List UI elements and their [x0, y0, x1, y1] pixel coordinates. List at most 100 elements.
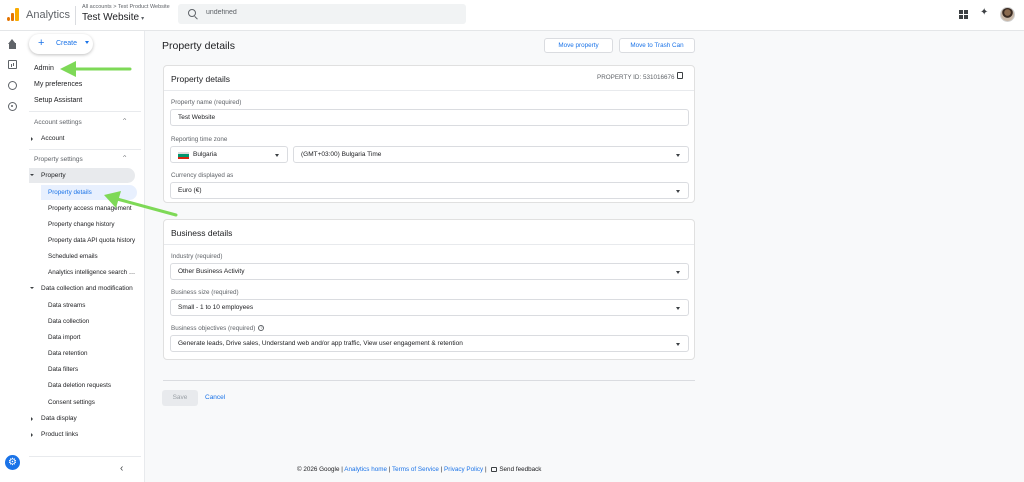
collapse-arrow-icon[interactable] — [30, 287, 34, 289]
sidebar-item-product-links[interactable]: Product links — [41, 431, 78, 438]
bulgaria-flag-icon — [178, 152, 189, 159]
actions-divider — [163, 380, 695, 381]
sidebar-item-data-retention[interactable]: Data retention — [48, 350, 136, 357]
chevron-down-icon: ▾ — [141, 16, 145, 22]
sidebar-divider — [29, 456, 141, 457]
sidebar-item-data-display[interactable]: Data display — [41, 415, 77, 422]
left-nav-rail — [0, 31, 25, 482]
sidebar-item-scheduled-emails[interactable]: Scheduled emails — [48, 253, 136, 260]
sidebar-item-data-collection-modification[interactable]: Data collection and modification — [41, 285, 141, 292]
country-value: Bulgaria — [193, 151, 217, 158]
breadcrumb[interactable]: All accounts > Test Product Website — [82, 4, 170, 10]
create-button[interactable]: + Create — [29, 34, 93, 54]
currency-label: Currency displayed as — [171, 172, 234, 179]
card-divider — [164, 244, 694, 245]
sidebar-item-data-collection[interactable]: Data collection — [48, 318, 136, 325]
card-divider — [164, 90, 694, 91]
admin-sidebar: + Create Admin My preferences Setup Assi… — [25, 31, 145, 482]
save-button[interactable]: Save — [162, 390, 198, 406]
footer-link-privacy[interactable]: Privacy Policy — [444, 466, 483, 473]
search-bar[interactable] — [178, 4, 466, 24]
collapse-arrow-icon[interactable] — [30, 174, 34, 176]
avatar[interactable] — [1000, 7, 1015, 22]
business-size-select[interactable]: Small - 1 to 10 employees — [170, 299, 689, 316]
copy-icon[interactable] — [675, 72, 683, 83]
industry-select[interactable]: Other Business Activity — [170, 263, 689, 280]
timezone-value: (GMT+03:00) Bulgaria Time — [301, 151, 382, 158]
home-icon[interactable] — [8, 39, 17, 49]
caret-down-icon — [85, 41, 89, 44]
help-icon[interactable]: ? — [258, 325, 265, 332]
footer-separator: | — [388, 466, 391, 473]
card-title: Property details — [171, 74, 231, 84]
expand-arrow-icon[interactable] — [31, 417, 33, 421]
timezone-select[interactable]: (GMT+03:00) Bulgaria Time — [293, 146, 689, 163]
breadcrumb-account[interactable]: Test Product Website — [118, 4, 170, 10]
sidebar-item-property-change-history[interactable]: Property change history — [48, 221, 136, 228]
search-input[interactable] — [206, 9, 446, 16]
sidebar-item-data-deletion-requests[interactable]: Data deletion requests — [48, 382, 136, 389]
feedback-icon[interactable] — [491, 466, 498, 472]
dropdown-arrow-icon — [676, 307, 680, 310]
section-property-settings[interactable]: Property settings — [34, 156, 83, 163]
analytics-logo-icon[interactable] — [7, 8, 19, 21]
move-property-button[interactable]: Move property — [544, 38, 613, 53]
sidebar-item-data-streams[interactable]: Data streams — [48, 302, 136, 309]
property-selector[interactable]: Test Website ▾ — [82, 12, 144, 23]
business-size-label: Business size (required) — [171, 289, 239, 296]
sidebar-item-property-data-api-quota[interactable]: Property data API quota history — [48, 237, 136, 244]
property-id: PROPERTY ID: 531016676 — [597, 74, 675, 81]
expand-arrow-icon[interactable] — [31, 433, 33, 437]
section-account-settings[interactable]: Account settings — [34, 119, 82, 126]
property-name: Test Website — [82, 12, 140, 23]
chevron-up-icon[interactable]: ^ — [123, 155, 126, 159]
app-name: Analytics — [26, 9, 71, 21]
sidebar-divider — [29, 149, 141, 150]
sidebar-item-property[interactable]: Property — [41, 172, 66, 179]
footer-separator: | — [484, 466, 487, 473]
sidebar-item-account[interactable]: Account — [41, 135, 65, 142]
breadcrumb-root[interactable]: All accounts — [82, 4, 112, 10]
footer-link-terms[interactable]: Terms of Service — [392, 466, 439, 473]
sidebar-item-my-preferences[interactable]: My preferences — [34, 81, 82, 88]
apps-grid-icon[interactable] — [959, 10, 968, 19]
move-to-trash-button[interactable]: Move to Trash Can — [619, 38, 695, 53]
business-objectives-value: Generate leads, Drive sales, Understand … — [178, 340, 463, 347]
industry-value: Other Business Activity — [178, 268, 245, 275]
cancel-button[interactable]: Cancel — [205, 394, 225, 401]
dropdown-arrow-icon — [275, 154, 279, 157]
sidebar-item-setup-assistant[interactable]: Setup Assistant — [34, 97, 82, 104]
objectives-label: Business objectives (required)? — [171, 325, 265, 332]
dropdown-arrow-icon — [676, 190, 680, 193]
objectives-label-text: Business objectives (required) — [171, 325, 256, 332]
footer-link-analytics-home[interactable]: Analytics home — [344, 466, 387, 473]
settings-gear-icon[interactable]: ⚙ — [5, 455, 20, 470]
sidebar-item-property-details[interactable]: Property details — [48, 189, 136, 196]
collapse-sidebar-icon[interactable]: ‹ — [120, 463, 123, 474]
explore-icon[interactable] — [8, 81, 17, 90]
currency-value: Euro (€) — [178, 187, 202, 194]
property-name-value: Test Website — [178, 114, 216, 121]
plus-icon: + — [38, 37, 45, 49]
top-app-bar: Analytics All accounts > Test Product We… — [0, 0, 1024, 31]
country-select[interactable]: Bulgaria — [170, 146, 288, 163]
footer: © 2026 Google | Analytics home | Terms o… — [297, 466, 541, 473]
sidebar-item-admin[interactable]: Admin — [34, 65, 54, 72]
sidebar-item-data-filters[interactable]: Data filters — [48, 366, 136, 373]
sparkle-icon[interactable]: ✦ — [980, 7, 988, 18]
currency-select[interactable]: Euro (€) — [170, 182, 689, 199]
expand-arrow-icon[interactable] — [31, 137, 33, 141]
sidebar-item-analytics-intelligence[interactable]: Analytics intelligence search history — [48, 269, 136, 276]
chevron-up-icon[interactable]: ^ — [123, 118, 126, 122]
search-icon — [188, 9, 196, 17]
sidebar-item-data-import[interactable]: Data import — [48, 334, 136, 341]
advertising-icon[interactable] — [8, 102, 17, 111]
timezone-label: Reporting time zone — [171, 136, 228, 143]
property-name-field[interactable]: Test Website — [170, 109, 689, 126]
sidebar-item-consent-settings[interactable]: Consent settings — [48, 399, 136, 406]
reports-icon[interactable] — [8, 60, 17, 69]
sidebar-item-property-access-management[interactable]: Property access management — [48, 205, 136, 212]
business-objectives-select[interactable]: Generate leads, Drive sales, Understand … — [170, 335, 689, 352]
footer-link-send-feedback[interactable]: Send feedback — [499, 466, 541, 473]
footer-copyright: © 2026 Google | — [297, 466, 343, 473]
